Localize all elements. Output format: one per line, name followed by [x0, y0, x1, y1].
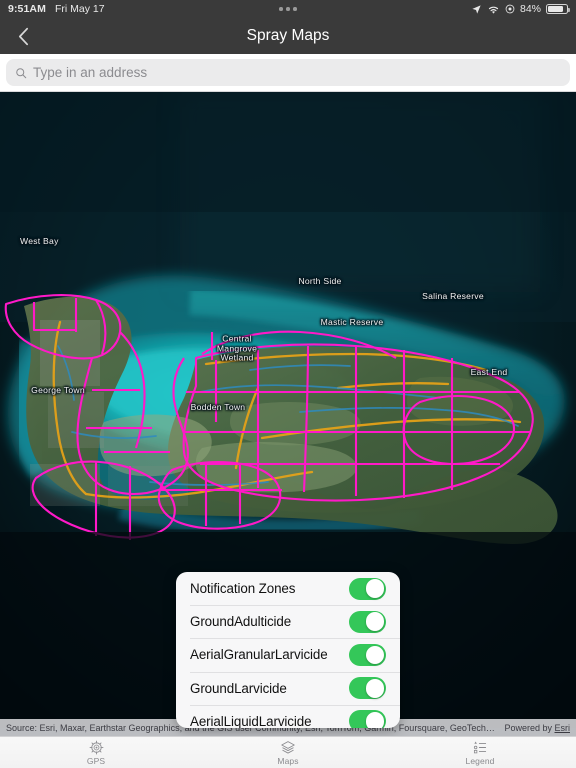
search-placeholder: Type in an address — [33, 65, 148, 80]
tab-label: GPS — [86, 755, 106, 766]
layer-label: AerialLiquidLarvicide — [190, 713, 312, 728]
status-bar-left: 9:51AM Fri May 17 — [8, 3, 105, 15]
tab-maps[interactable]: Maps — [192, 737, 384, 768]
layers-icon — [281, 740, 295, 753]
status-bar-right: 84% — [471, 3, 570, 15]
wifi-icon — [488, 6, 499, 14]
tab-label: Maps — [277, 755, 299, 766]
layer-label: GroundAdulticide — [190, 614, 292, 630]
layers-popover: Notification Zones GroundAdulticide Aeri… — [176, 572, 400, 728]
back-button[interactable] — [0, 18, 46, 54]
layer-label: AerialGranularLarvicide — [190, 647, 328, 663]
tab-bar: GPS Maps Legend — [0, 736, 576, 768]
tab-legend[interactable]: Legend — [384, 737, 576, 768]
tab-gps[interactable]: GPS — [0, 737, 192, 768]
layer-row-aerial-granular-larvicide[interactable]: AerialGranularLarvicide — [176, 638, 400, 671]
screen-record-icon — [505, 4, 515, 14]
search-bar: Type in an address — [0, 54, 576, 92]
status-date: Fri May 17 — [54, 3, 105, 15]
search-icon — [16, 67, 27, 78]
layer-row-ground-larvicide[interactable]: GroundLarvicide — [176, 671, 400, 705]
layer-toggle-aerial-granular-larvicide[interactable] — [349, 643, 386, 666]
layer-row-aerial-liquid-larvicide[interactable]: AerialLiquidLarvicide — [176, 704, 400, 728]
layer-toggle-ground-adulticide[interactable] — [349, 610, 386, 633]
powered-by-prefix: Powered by — [504, 722, 555, 733]
layer-label: Notification Zones — [190, 581, 296, 597]
search-input[interactable]: Type in an address — [6, 59, 570, 86]
layer-toggle-notification-zones[interactable] — [349, 577, 386, 600]
status-time: 9:51AM — [8, 3, 46, 15]
layer-row-ground-adulticide[interactable]: GroundAdulticide — [176, 605, 400, 638]
legend-list-icon — [473, 741, 487, 753]
app-root: 9:51AM Fri May 17 84% Spray Maps Type in… — [0, 0, 576, 768]
layer-toggle-aerial-liquid-larvicide[interactable] — [349, 710, 386, 728]
nav-bar: Spray Maps — [0, 18, 576, 54]
battery-icon — [546, 3, 570, 15]
esri-link[interactable]: Esri — [555, 723, 571, 733]
layer-toggle-ground-larvicide[interactable] — [349, 677, 386, 700]
layer-label: GroundLarvicide — [190, 680, 287, 696]
gps-target-icon — [89, 740, 103, 754]
layer-row-notification-zones[interactable]: Notification Zones — [176, 572, 400, 605]
three-dots-icon — [279, 7, 297, 11]
location-arrow-icon — [472, 4, 481, 14]
popover-arrow — [279, 727, 297, 728]
chevron-left-icon — [18, 27, 28, 45]
page-title: Spray Maps — [246, 27, 330, 44]
tab-label: Legend — [465, 755, 495, 766]
powered-by: Powered by Esri — [504, 723, 570, 733]
battery-percent: 84% — [519, 3, 541, 15]
status-bar: 9:51AM Fri May 17 84% — [0, 0, 576, 18]
